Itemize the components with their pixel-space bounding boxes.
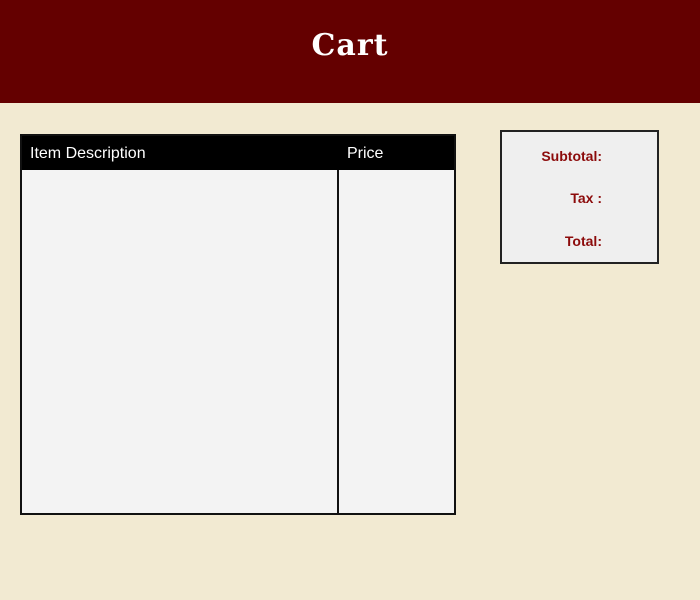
table-header: Item Description Price: [22, 136, 454, 170]
cart-table: Item Description Price: [20, 134, 456, 515]
subtotal-label: Subtotal:: [541, 148, 602, 164]
page-title: Cart: [311, 28, 389, 63]
column-header-price: Price: [347, 145, 384, 162]
item-description-column: [22, 170, 337, 513]
header-bar: Cart: [0, 0, 700, 103]
column-header-item-description: Item Description: [30, 145, 146, 162]
order-summary: Subtotal: Tax : Total:: [500, 130, 659, 264]
tax-label: Tax :: [570, 190, 602, 206]
total-label: Total:: [564, 233, 602, 249]
price-column: [339, 170, 454, 513]
